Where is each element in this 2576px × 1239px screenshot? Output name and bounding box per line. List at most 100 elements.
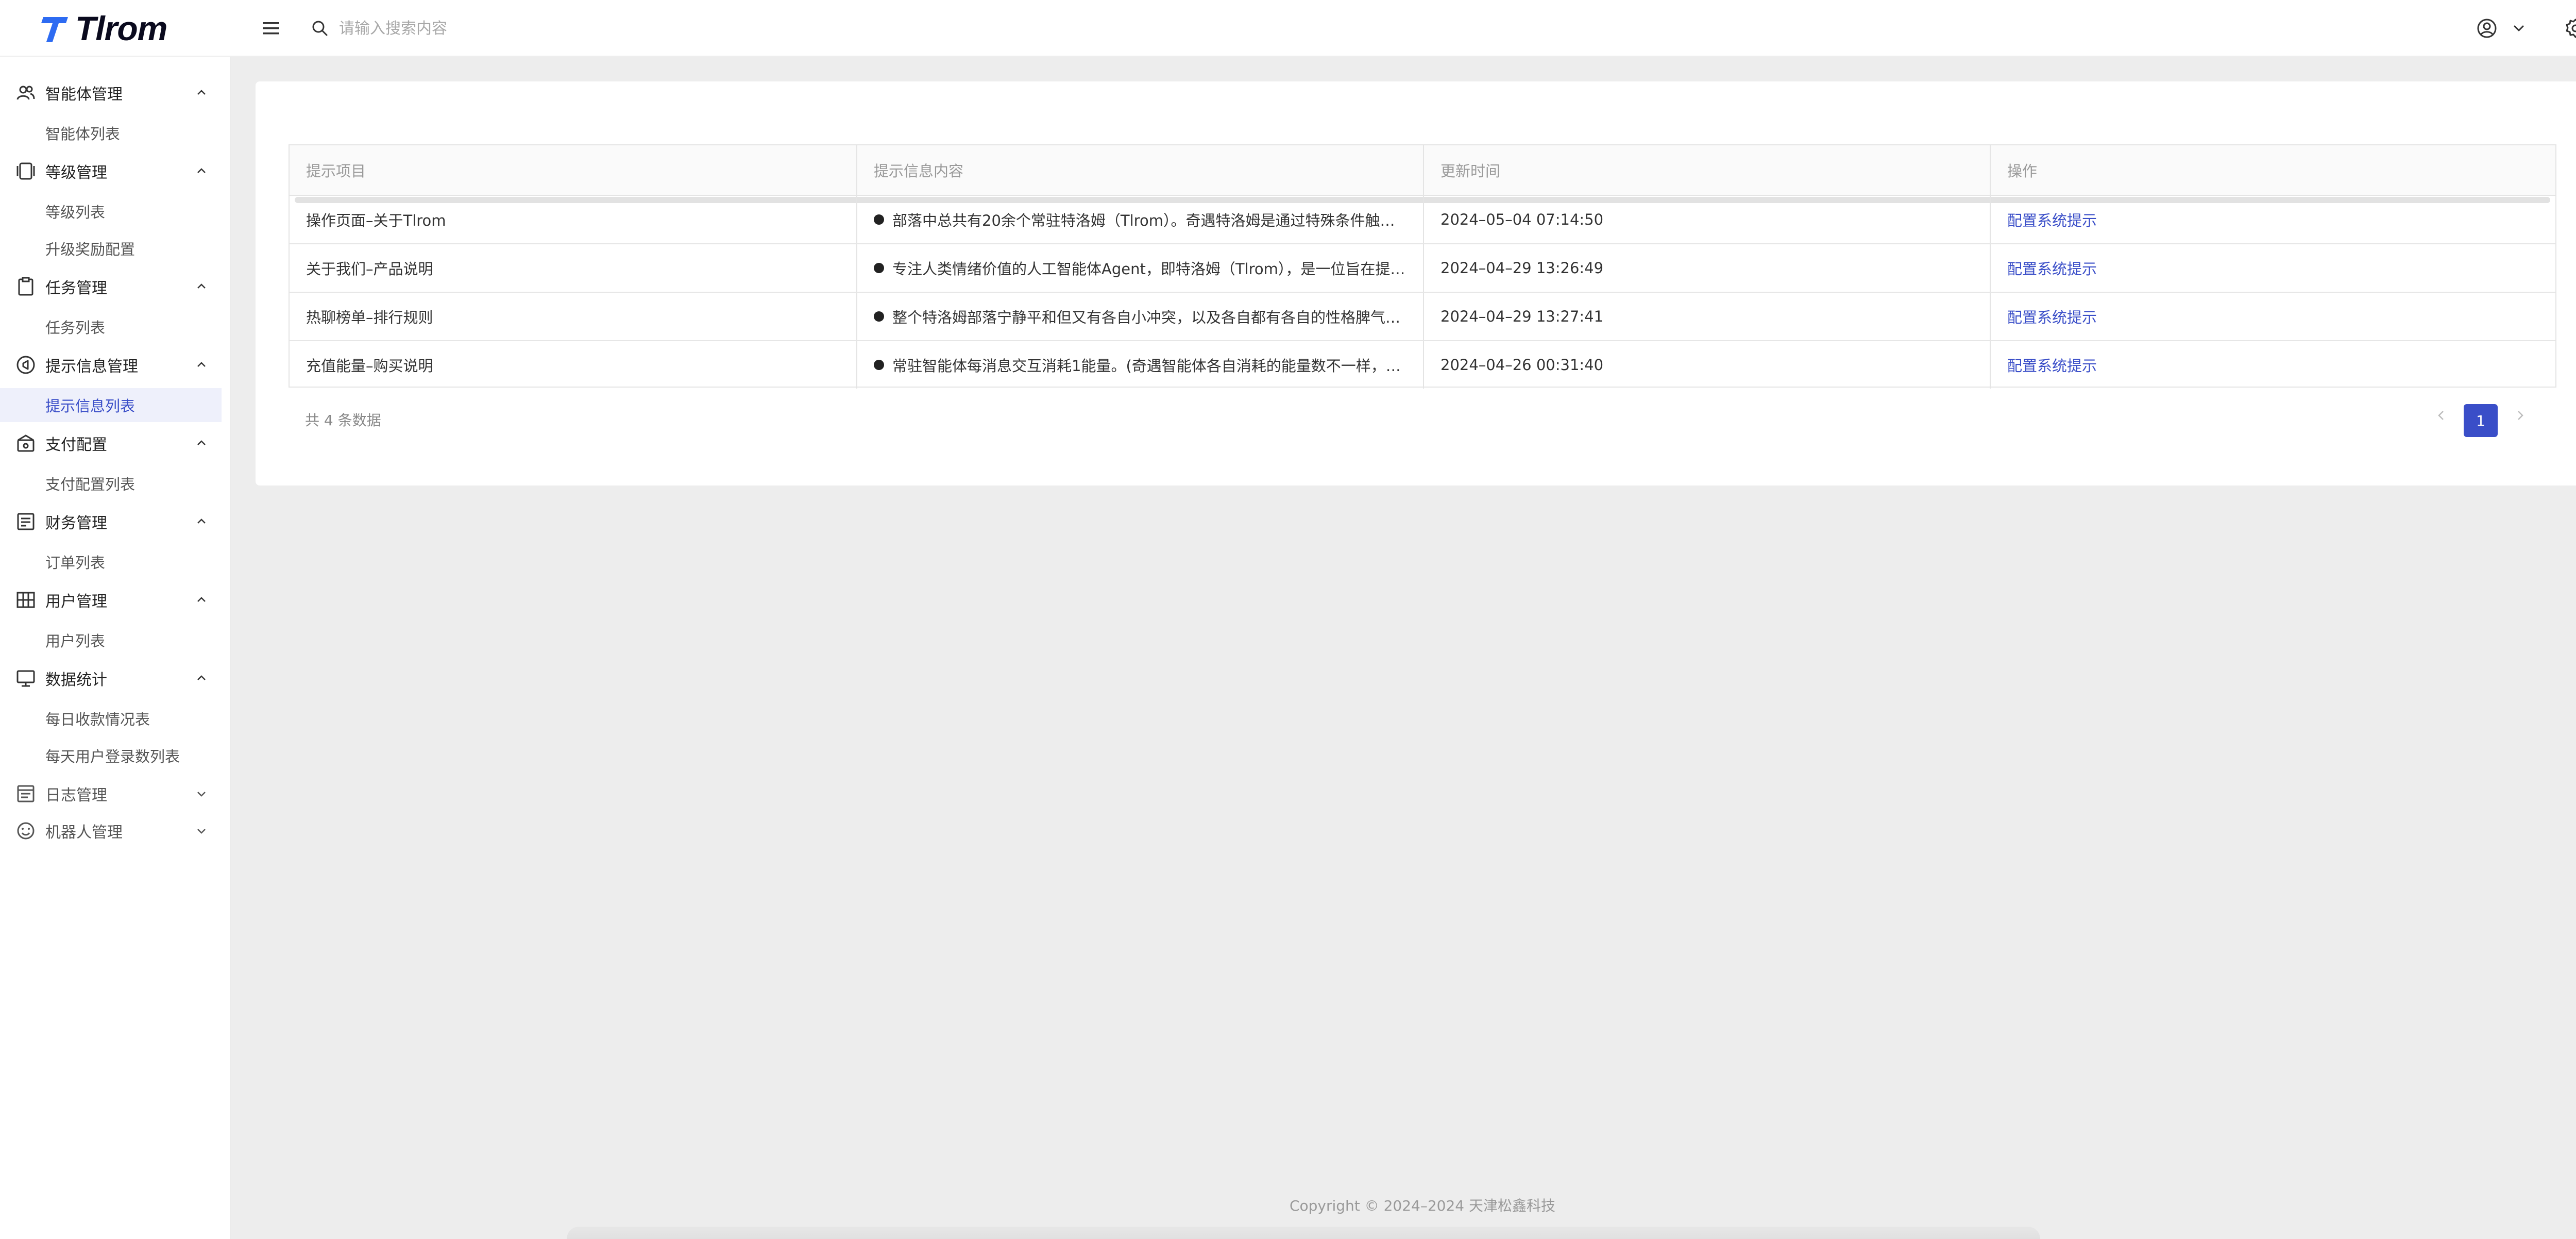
nav-group-label: 数据统计 (45, 671, 107, 689)
sidebar-item-agent-list[interactable]: 智能体列表 (0, 116, 222, 150)
sidebar-item-upgrade-reward[interactable]: 升级奖励配置 (0, 231, 222, 265)
column-header: 提示信息内容 (857, 145, 1424, 195)
nav-group-levels[interactable]: 等级管理 (0, 155, 231, 188)
sidebar-item-prompt-list[interactable]: 提示信息列表 (0, 388, 222, 422)
chevron-left-icon[interactable] (2431, 405, 2451, 426)
top-header: Tlrom (0, 0, 2576, 57)
cell-content: 整个特洛姆部落宁静平和但又有各自小冲突，以及各自都有各自的性格脾气，每位特洛姆 (857, 293, 1424, 340)
cell-item: 关于我们–产品说明 (290, 244, 857, 292)
table-header: 提示项目 提示信息内容 更新时间 操作 (290, 145, 2555, 196)
gear-icon[interactable] (2565, 18, 2576, 39)
cell-content: 专注人类情绪价值的人工智能体Agent，即特洛姆（Tlrom），是一位旨在提供情… (857, 244, 1424, 292)
nav-group-label: 等级管理 (45, 164, 107, 182)
nav-group-logs[interactable]: 日志管理 (0, 777, 231, 810)
nav-group-label: 支付配置 (45, 436, 107, 454)
cell-updated: 2024–04–29 13:26:49 (1424, 244, 1991, 292)
nav-group-finance[interactable]: 财务管理 (0, 505, 231, 538)
chevron-up-icon (197, 362, 206, 367)
nav-group-label: 智能体管理 (45, 86, 123, 104)
nav-group-stats[interactable]: 数据统计 (0, 662, 231, 695)
cell-item: 充值能量–购买说明 (290, 341, 857, 389)
sidebar-item-task-list[interactable]: 任务列表 (0, 310, 222, 344)
nav-group-payment[interactable]: 支付配置 (0, 427, 231, 460)
config-prompt-link[interactable]: 配置系统提示 (2007, 257, 2097, 279)
chevron-down-icon (197, 829, 206, 834)
announce-icon (16, 356, 35, 374)
config-prompt-link[interactable]: 配置系统提示 (2007, 354, 2097, 376)
user-circle-icon[interactable] (2476, 18, 2498, 39)
wallet-icon (17, 434, 35, 452)
search-icon (312, 21, 328, 36)
users-icon (16, 86, 35, 100)
cards-icon (16, 162, 35, 180)
sidebar-item-payment-list[interactable]: 支付配置列表 (0, 466, 222, 500)
prompt-table: 提示项目 提示信息内容 更新时间 操作 操作页面–关于Tlrom 部落中总共有2… (289, 144, 2556, 390)
nav-group-tasks[interactable]: 任务管理 (0, 270, 231, 303)
cell-item: 热聊榜单–排行规则 (290, 293, 857, 340)
cell-action: 配置系统提示 (1991, 196, 2555, 243)
chevron-up-icon (197, 90, 206, 95)
cell-updated: 2024–04–26 00:31:40 (1424, 341, 1991, 389)
sidebar-item-daily-income[interactable]: 每日收款情况表 (0, 701, 222, 735)
logo-mark-icon (41, 17, 68, 42)
chevron-up-icon (197, 283, 206, 289)
smile-icon (17, 822, 35, 840)
chevron-up-icon (197, 597, 206, 602)
table-row: 热聊榜单–排行规则 整个特洛姆部落宁静平和但又有各自小冲突，以及各自都有各自的性… (290, 293, 2555, 341)
chevron-up-icon (197, 675, 206, 680)
column-header: 操作 (2007, 162, 2038, 180)
nav-group-robots[interactable]: 机器人管理 (0, 814, 231, 847)
nav-group-label: 用户管理 (45, 593, 107, 611)
nav-group-agents[interactable]: 智能体管理 (0, 76, 231, 109)
admin-app: Tlrom 智能体管理 (0, 0, 2576, 1239)
page-button-current[interactable]: 1 (2464, 404, 2498, 437)
nav-group-label: 任务管理 (45, 279, 107, 297)
nav-group-users[interactable]: 用户管理 (0, 583, 231, 616)
search-input[interactable] (338, 19, 907, 38)
total-count: 共 4 条数据 (305, 412, 381, 429)
cell-item: 操作页面–关于Tlrom (290, 196, 857, 243)
config-prompt-link[interactable]: 配置系统提示 (2007, 306, 2097, 327)
chevron-down-icon[interactable] (2510, 20, 2528, 37)
brand-name: Tlrom (75, 9, 167, 47)
table-row: 操作页面–关于Tlrom 部落中总共有20余个常驻特洛姆（Tlrom）。奇遇特洛… (290, 196, 2555, 244)
cell-content: 常驻智能体每消息交互消耗1能量。(奇遇智能体各自消耗的能量数不一样，请留意 (857, 341, 1424, 389)
cell-updated: 2024–04–29 13:27:41 (1424, 293, 1991, 340)
cell-action: 配置系统提示 (1991, 341, 2555, 389)
monitor-icon (16, 670, 35, 687)
cell-updated: 2024–05–04 07:14:50 (1424, 196, 1991, 243)
bullet-icon (874, 263, 884, 273)
bullet-icon (874, 360, 884, 370)
menu-icon[interactable] (261, 18, 281, 39)
nav-group-label: 提示信息管理 (45, 358, 138, 376)
global-search (311, 15, 929, 41)
nav-group-label: 日志管理 (45, 786, 107, 805)
cell-action: 配置系统提示 (1991, 293, 2555, 340)
sidebar-item-user-list[interactable]: 用户列表 (0, 623, 222, 657)
document-icon (17, 513, 35, 530)
clipboard-icon (18, 277, 33, 296)
chevron-up-icon (197, 168, 206, 173)
bottom-shadow (567, 1227, 2040, 1239)
cell-action: 配置系统提示 (1991, 244, 2555, 292)
nav-group-prompts[interactable]: 提示信息管理 (0, 348, 231, 381)
sidebar-item-daily-logins[interactable]: 每天用户登录数列表 (0, 739, 222, 773)
column-header: 提示项目 (290, 145, 857, 195)
brand-logo[interactable]: Tlrom (40, 9, 167, 47)
log-icon (17, 785, 35, 802)
column-header: 更新时间 (1424, 145, 1991, 195)
sidebar-item-level-list[interactable]: 等级列表 (0, 194, 222, 228)
footer-copyright: Copyright © 2024–2024 天津松鑫科技 (1289, 1197, 1556, 1214)
sidebar-item-order-list[interactable]: 订单列表 (0, 545, 222, 579)
grid-icon (16, 592, 35, 608)
table-row: 充值能量–购买说明 常驻智能体每消息交互消耗1能量。(奇遇智能体各自消耗的能量数… (290, 341, 2555, 390)
table-row: 关于我们–产品说明 专注人类情绪价值的人工智能体Agent，即特洛姆（Tlrom… (290, 244, 2555, 293)
chevron-up-icon (197, 518, 206, 524)
bullet-icon (874, 214, 884, 225)
cell-content: 部落中总共有20余个常驻特洛姆（Tlrom）。奇遇特洛姆是通过特殊条件触发的特洛… (857, 196, 1424, 243)
nav-group-label: 财务管理 (45, 514, 107, 532)
content-card: 提示项目 提示信息内容 更新时间 操作 操作页面–关于Tlrom 部落中总共有2… (256, 81, 2576, 485)
chevron-right-icon[interactable] (2510, 405, 2531, 426)
chevron-up-icon (197, 440, 206, 445)
config-prompt-link[interactable]: 配置系统提示 (2007, 209, 2097, 230)
